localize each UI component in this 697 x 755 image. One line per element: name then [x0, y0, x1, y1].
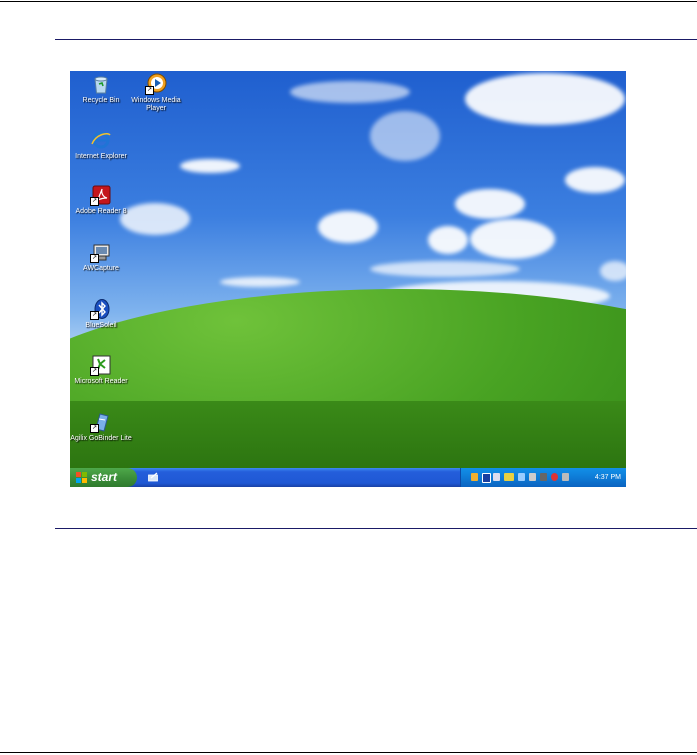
- desktop-icon-bluesoleil[interactable]: ↗ BlueSoleil: [70, 298, 132, 330]
- icon-label: BlueSoleil: [85, 322, 117, 329]
- network-icon[interactable]: [493, 473, 500, 481]
- shortcut-arrow-icon: ↗: [90, 424, 99, 433]
- icon-label: Adobe Reader 8: [75, 208, 127, 215]
- windows-flag-icon: [76, 472, 87, 483]
- media-player-icon: ↗: [145, 73, 167, 95]
- start-button[interactable]: start: [70, 468, 137, 487]
- cloud: [565, 167, 625, 193]
- bluetooth-tray-icon[interactable]: [482, 473, 491, 483]
- security-icon[interactable]: [551, 473, 558, 481]
- bluetooth-icon: ↗: [90, 298, 112, 320]
- desktop-icon-agilix-gobinder-lite[interactable]: ↗ Agilix GoBinder Lite: [70, 411, 132, 443]
- keyboard-icon[interactable]: [504, 473, 514, 481]
- desktop-icon-microsoft-reader[interactable]: ↗ Microsoft Reader: [70, 354, 132, 386]
- icon-label: Windows Media Player: [131, 97, 181, 112]
- cloud: [370, 111, 440, 161]
- settings-icon[interactable]: [529, 473, 536, 481]
- cloud: [318, 211, 378, 243]
- cloud: [470, 219, 555, 259]
- cloud: [455, 189, 525, 219]
- start-label: start: [91, 470, 118, 484]
- shortcut-arrow-icon: ↗: [90, 367, 99, 376]
- desktop-icon-internet-explorer[interactable]: Internet Explorer: [70, 129, 132, 161]
- icon-label: Internet Explorer: [75, 153, 127, 160]
- wireless-icon[interactable]: [518, 473, 525, 481]
- shortcut-arrow-icon: ↗: [90, 254, 99, 263]
- cloud: [180, 159, 240, 173]
- microsoft-reader-icon: ↗: [90, 354, 112, 376]
- icon-label: Agilix GoBinder Lite: [70, 435, 132, 442]
- capture-icon: ↗: [90, 241, 112, 263]
- adobe-reader-icon: ↗: [90, 184, 112, 206]
- gobinder-icon: ↗: [90, 411, 112, 433]
- desktop-icon-adobe-reader[interactable]: ↗ Adobe Reader 8: [70, 184, 132, 216]
- shortcut-arrow-icon: ↗: [90, 197, 99, 206]
- cloud: [600, 261, 626, 281]
- section-top-rule: [55, 39, 697, 40]
- page-bottom-rule: [0, 752, 697, 753]
- desktop-icon-awcapture[interactable]: ↗ AWCapture: [70, 241, 132, 273]
- quick-launch-icon[interactable]: [148, 472, 160, 482]
- shortcut-arrow-icon: ↗: [90, 311, 99, 320]
- cloud: [220, 277, 300, 287]
- taskbar: start 4:37 PM: [70, 468, 626, 487]
- desktop-icon-windows-media-player[interactable]: ↗ Windows Media Player: [125, 73, 187, 113]
- foreground-field: [70, 401, 626, 471]
- speaker-icon[interactable]: [471, 473, 478, 481]
- cloud: [428, 226, 468, 254]
- icon-label: Microsoft Reader: [74, 378, 128, 385]
- system-tray: 4:37 PM: [460, 468, 626, 487]
- taskbar-clock: 4:37 PM: [594, 474, 621, 481]
- desktop-icon-recycle-bin[interactable]: Recycle Bin: [70, 73, 132, 105]
- recycle-bin-icon: [90, 73, 112, 95]
- tool-icon[interactable]: [562, 473, 569, 481]
- shortcut-arrow-icon: ↗: [145, 86, 154, 95]
- icon-label: AWCapture: [83, 265, 119, 272]
- display-icon[interactable]: [540, 473, 547, 481]
- cloud: [465, 73, 625, 125]
- icon-label: Recycle Bin: [82, 97, 120, 104]
- cloud: [290, 81, 410, 103]
- internet-explorer-icon: [90, 129, 112, 151]
- cloud: [370, 261, 520, 277]
- page-top-rule: [0, 1, 697, 2]
- windows-desktop-screenshot: Recycle Bin ↗ Windows Media Player Inter…: [70, 71, 626, 487]
- section-bottom-rule: [55, 528, 697, 529]
